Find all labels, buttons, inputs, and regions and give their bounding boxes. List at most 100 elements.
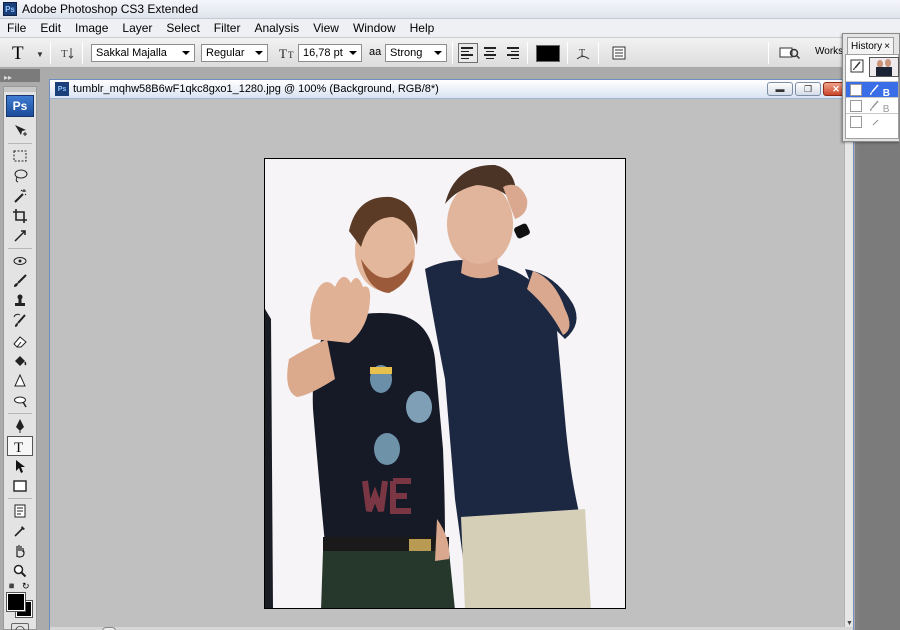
history-tab[interactable]: History ×: [847, 37, 894, 54]
default-colors-icon[interactable]: ◾: [6, 581, 17, 592]
brush-icon: [870, 100, 879, 111]
history-state-label: [868, 116, 880, 131]
window-title: Adobe Photoshop CS3 Extended: [22, 2, 199, 16]
text-orientation-icon[interactable]: T: [58, 44, 76, 62]
notes-icon[interactable]: [7, 501, 33, 521]
font-style-select[interactable]: Regular: [201, 44, 268, 62]
antialias-icon: aa: [369, 46, 382, 58]
tool-preset-caret-icon[interactable]: ▼: [36, 50, 44, 59]
app-icon: Ps: [3, 2, 17, 16]
brush-icon[interactable]: [7, 271, 33, 291]
history-source-checkbox[interactable]: [850, 116, 862, 128]
options-separator: [452, 42, 453, 64]
font-size-select[interactable]: 16,78 pt: [298, 44, 362, 62]
document-title-bar[interactable]: Ps tumblr_mqhw58B6wF1qkc8gxo1_1280.jpg @…: [50, 80, 853, 99]
close-icon[interactable]: ×: [884, 41, 890, 52]
hand-icon[interactable]: [7, 541, 33, 561]
tool-separator: [8, 413, 32, 414]
vertical-scrollbar[interactable]: ▼: [844, 100, 853, 628]
document-window: Ps tumblr_mqhw58B6wF1qkc8gxo1_1280.jpg @…: [49, 79, 854, 630]
snapshot-brush-icon[interactable]: [849, 58, 865, 74]
zoom-icon[interactable]: [7, 561, 33, 581]
align-center-button[interactable]: [480, 43, 500, 63]
path-select-icon[interactable]: [7, 456, 33, 476]
options-separator: [82, 42, 83, 64]
history-state-row[interactable]: [846, 113, 898, 129]
photoshop-logo[interactable]: Ps: [6, 95, 34, 117]
history-tab-label: History: [851, 40, 883, 52]
history-panel: History × B B: [842, 33, 900, 142]
history-state-row[interactable]: B: [846, 97, 898, 115]
pen-icon[interactable]: [7, 416, 33, 436]
menu-image[interactable]: Image: [68, 21, 115, 35]
lasso-icon[interactable]: [7, 166, 33, 186]
bridge-icon[interactable]: [778, 44, 800, 62]
workspace-menu[interactable]: Works: [815, 46, 843, 57]
menu-edit[interactable]: Edit: [33, 21, 68, 35]
font-family-value: Sakkal Majalla: [96, 47, 167, 59]
brush-icon: [872, 119, 879, 126]
options-separator: [768, 42, 769, 64]
canvas-area[interactable]: [50, 100, 845, 628]
swap-colors-icon[interactable]: ↻: [22, 581, 30, 592]
brush-icon: [870, 84, 879, 95]
toolbox-dock-header[interactable]: ▸▸: [0, 69, 40, 82]
options-separator: [567, 42, 568, 64]
move-icon[interactable]: [7, 121, 33, 141]
scroll-down-arrow-icon[interactable]: ▼: [846, 620, 853, 627]
paint-bucket-icon[interactable]: [7, 351, 33, 371]
font-size-icon: TT: [279, 44, 297, 62]
minimize-button[interactable]: ▬: [767, 82, 793, 96]
menu-layer[interactable]: Layer: [115, 21, 159, 35]
image-canvas[interactable]: [264, 158, 626, 609]
tool-separator: [8, 248, 32, 249]
eyedropper-icon[interactable]: [7, 521, 33, 541]
menu-analysis[interactable]: Analysis: [247, 21, 306, 35]
shape-icon[interactable]: [7, 476, 33, 496]
history-source-checkbox[interactable]: [850, 100, 862, 112]
right-panel-dock: [859, 68, 900, 630]
blur-icon[interactable]: [7, 371, 33, 391]
menu-window[interactable]: Window: [346, 21, 403, 35]
history-list: B B: [845, 54, 899, 139]
menu-help[interactable]: Help: [403, 21, 442, 35]
foreground-color-swatch[interactable]: [6, 592, 26, 612]
crop-icon[interactable]: [7, 206, 33, 226]
menu-bar: File Edit Image Layer Select Filter Anal…: [0, 19, 900, 38]
history-state-row[interactable]: B: [846, 81, 898, 99]
svg-text:T: T: [288, 50, 294, 60]
toolbox-grip[interactable]: [4, 87, 36, 92]
type-tool-preset-icon[interactable]: T: [12, 43, 24, 65]
warp-text-icon[interactable]: T: [574, 44, 592, 62]
menu-filter[interactable]: Filter: [207, 21, 248, 35]
svg-text:T: T: [61, 48, 68, 60]
history-source-checkbox[interactable]: [850, 84, 862, 96]
expand-icon: ▸▸: [4, 73, 13, 82]
font-family-select[interactable]: Sakkal Majalla: [91, 44, 195, 62]
clone-stamp-icon[interactable]: [7, 291, 33, 311]
snapshot-thumbnail[interactable]: [869, 57, 899, 77]
character-panel-icon[interactable]: [610, 44, 628, 62]
healing-icon[interactable]: [7, 251, 33, 271]
magic-wand-icon[interactable]: [7, 186, 33, 206]
font-size-value: 16,78 pt: [303, 47, 343, 59]
slice-icon[interactable]: [7, 226, 33, 246]
color-swatches: ◾ ↻: [5, 581, 35, 618]
restore-button[interactable]: ❐: [795, 82, 821, 96]
align-left-button[interactable]: [458, 43, 478, 63]
type-icon[interactable]: T: [7, 436, 33, 456]
marquee-icon[interactable]: [7, 146, 33, 166]
history-brush-icon[interactable]: [7, 311, 33, 331]
antialias-select[interactable]: Strong: [385, 44, 447, 62]
tool-separator: [8, 143, 32, 144]
text-color-swatch[interactable]: [536, 45, 560, 62]
quick-mask-button[interactable]: ◯: [11, 623, 29, 630]
align-right-button[interactable]: [502, 43, 522, 63]
menu-view[interactable]: View: [306, 21, 346, 35]
menu-select[interactable]: Select: [159, 21, 206, 35]
menu-file[interactable]: File: [0, 21, 33, 35]
document-title: tumblr_mqhw58B6wF1qkc8gxo1_1280.jpg @ 10…: [73, 83, 439, 95]
eraser-icon[interactable]: [7, 331, 33, 351]
dodge-icon[interactable]: [7, 391, 33, 411]
options-separator: [50, 42, 51, 64]
